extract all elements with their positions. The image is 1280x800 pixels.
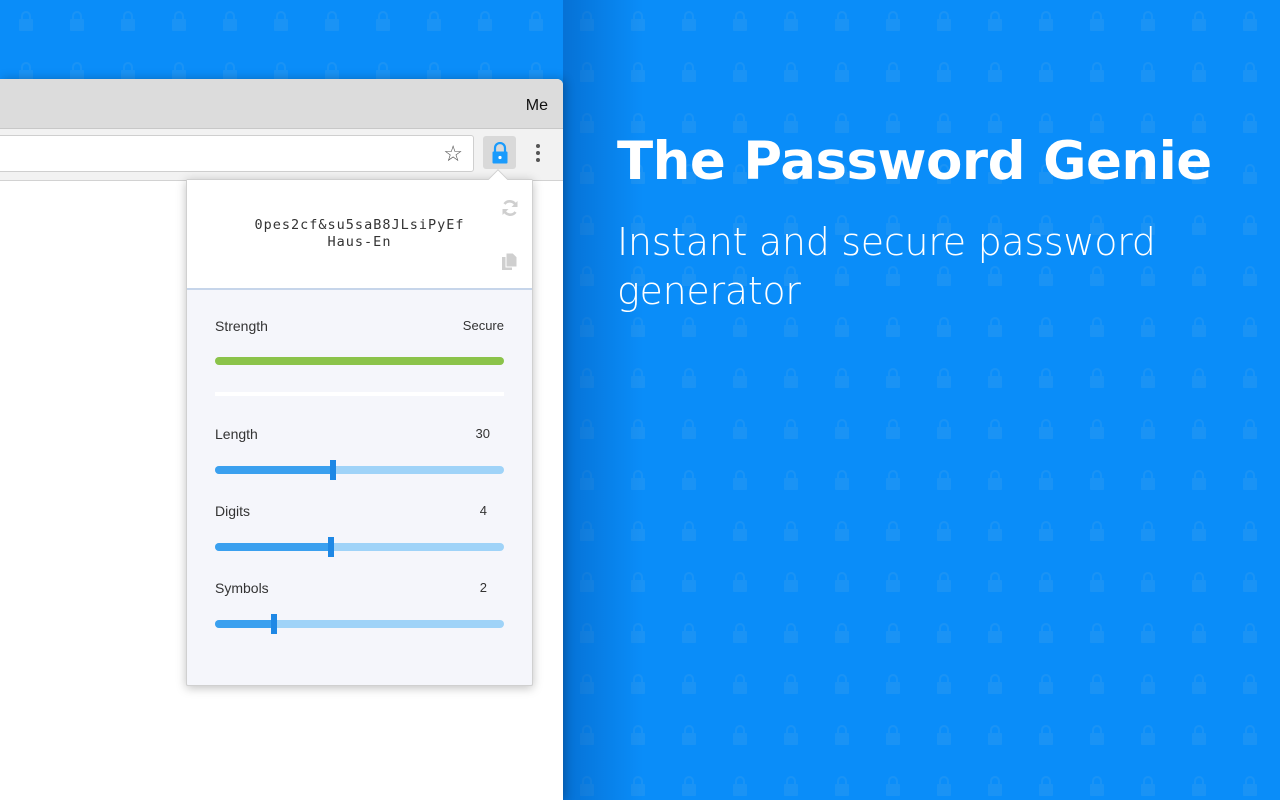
window-shadow xyxy=(563,0,643,800)
length-slider[interactable] xyxy=(215,460,504,480)
slider-thumb[interactable] xyxy=(330,460,337,480)
symbols-value: 2 xyxy=(479,580,487,595)
password-line-2: Haus-En xyxy=(327,234,392,250)
slider-thumb[interactable] xyxy=(271,614,278,634)
password-display: 0pes2cf&su5saB8JLsiPyEf Haus-En xyxy=(187,180,532,290)
browser-titlebar: Me xyxy=(0,79,563,129)
strength-label: Strength xyxy=(215,318,268,334)
hero-subtitle: Instant and secure password generator xyxy=(617,220,1156,313)
digits-label: Digits xyxy=(215,503,251,519)
slider-fill xyxy=(215,543,331,551)
generated-password[interactable]: 0pes2cf&su5saB8JLsiPyEf Haus-En xyxy=(217,217,502,251)
length-value: 30 xyxy=(475,426,490,441)
refresh-button[interactable] xyxy=(500,198,520,218)
slider-thumb[interactable] xyxy=(327,537,334,557)
hero-title: The Password Genie xyxy=(617,131,1212,192)
copy-button[interactable] xyxy=(500,252,520,272)
slider-fill xyxy=(215,620,275,628)
slider-fill xyxy=(215,466,334,474)
password-genie-extension-button[interactable] xyxy=(483,136,516,169)
star-icon[interactable]: ☆ xyxy=(443,142,463,166)
symbols-slider[interactable] xyxy=(215,614,504,634)
strength-value: Secure xyxy=(462,318,504,333)
menu-dot xyxy=(536,158,540,162)
lock-icon xyxy=(492,141,507,163)
strength-meter xyxy=(215,357,504,365)
symbols-label: Symbols xyxy=(215,580,269,596)
copy-icon xyxy=(502,252,518,270)
browser-toolbar: ☆ xyxy=(0,129,563,181)
digits-slider[interactable] xyxy=(215,537,504,557)
digits-value: 4 xyxy=(479,503,487,518)
profile-button[interactable]: Me xyxy=(526,97,548,115)
browser-menu-button[interactable] xyxy=(530,139,546,167)
address-bar[interactable]: ☆ xyxy=(0,135,474,172)
menu-dot xyxy=(536,144,540,148)
password-line-1: 0pes2cf&su5saB8JLsiPyEf xyxy=(254,217,465,233)
menu-dot xyxy=(536,151,540,155)
password-generator-popup: 0pes2cf&su5saB8JLsiPyEf Haus-En Strength… xyxy=(186,179,533,686)
password-options: Strength Secure Length 30 Digits 4 Symbo… xyxy=(187,290,532,685)
refresh-icon xyxy=(502,200,518,216)
section-divider xyxy=(215,392,504,396)
length-label: Length xyxy=(215,426,258,442)
